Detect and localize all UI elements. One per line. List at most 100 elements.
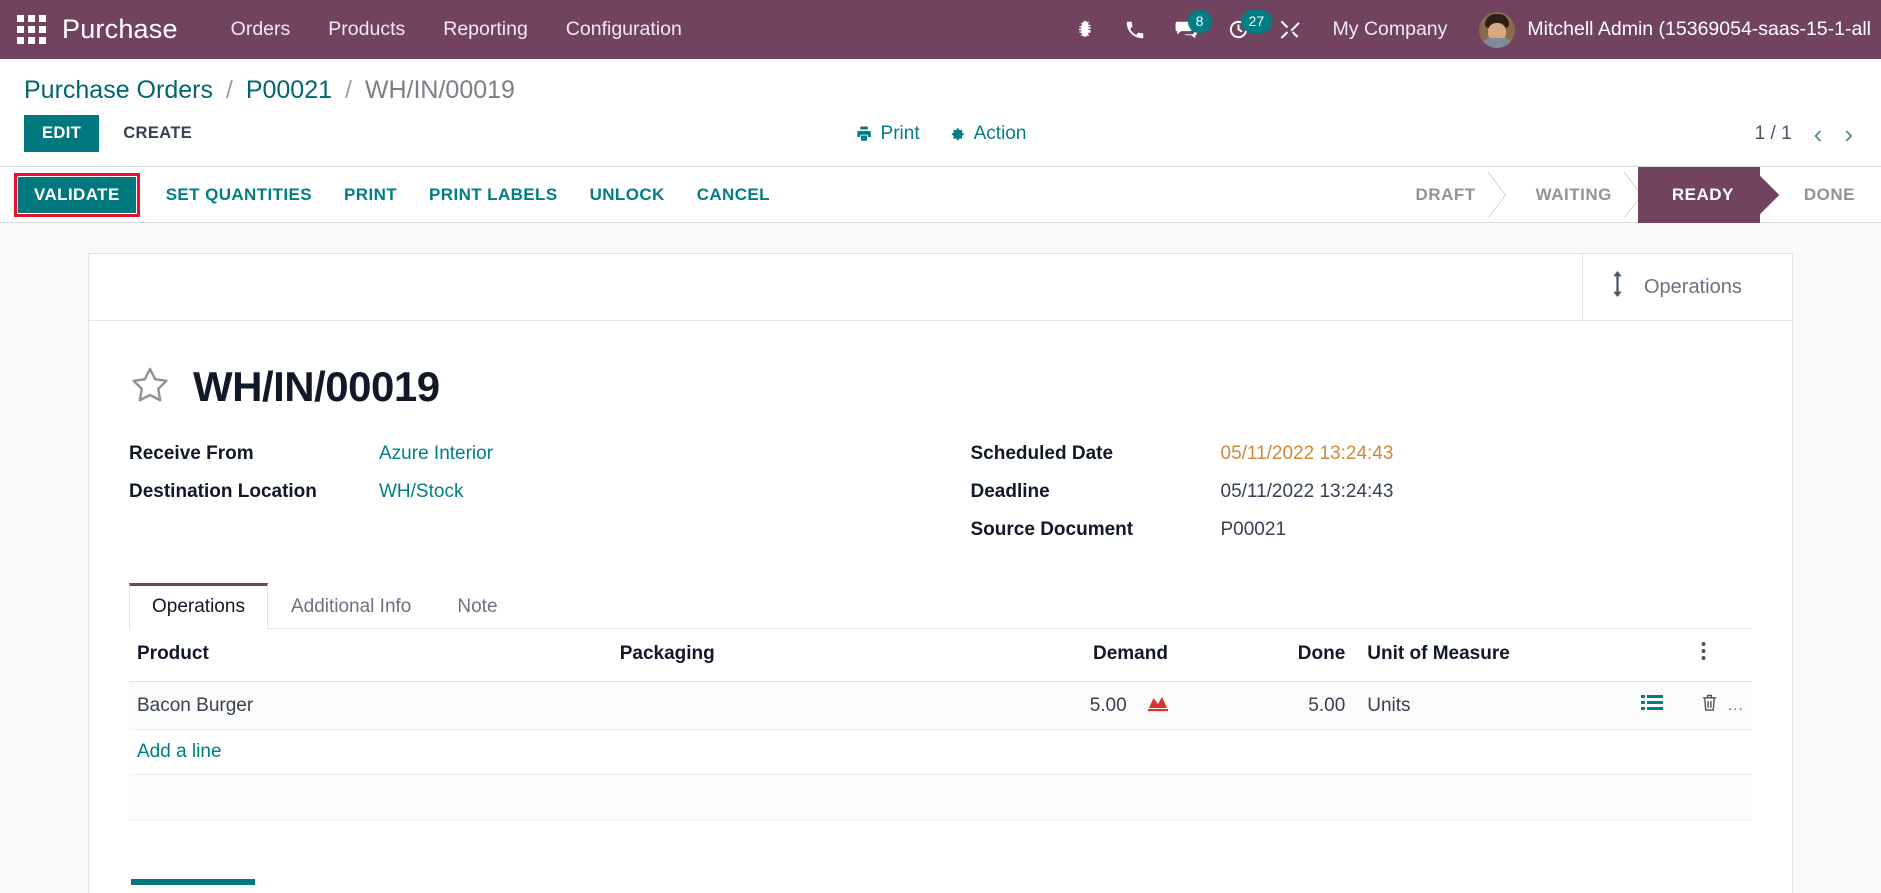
- cell-packaging[interactable]: [611, 681, 967, 730]
- operations-table: Product Packaging Demand Done Unit of Me…: [129, 629, 1752, 821]
- debug-bug-button[interactable]: [1060, 0, 1110, 59]
- unlock-button[interactable]: UNLOCK: [574, 177, 681, 213]
- control-panel-actions: Print Action: [855, 122, 1027, 145]
- row-overflow-dots[interactable]: ...: [1728, 697, 1744, 715]
- table-row[interactable]: Bacon Burger 5.00 5.00 Units ...: [129, 681, 1752, 730]
- systray: 8 27 My Company Mitchell Admin (15369054…: [1060, 0, 1881, 59]
- cell-detailed-operations[interactable]: [1611, 681, 1693, 730]
- breadcrumb: Purchase Orders / P00021 / WH/IN/00019: [0, 59, 1881, 109]
- menu-configuration[interactable]: Configuration: [547, 0, 701, 59]
- control-panel: Purchase Orders / P00021 / WH/IN/00019 E…: [0, 59, 1881, 167]
- field-value-receive-from[interactable]: Azure Interior: [379, 443, 493, 465]
- field-label-deadline: Deadline: [970, 481, 1050, 502]
- top-navbar: Purchase Orders Products Reporting Confi…: [0, 0, 1881, 59]
- field-label-scheduled-date: Scheduled Date: [970, 443, 1114, 464]
- smart-button-label: Operations: [1644, 275, 1742, 298]
- column-header-done: Done: [1175, 629, 1354, 682]
- activity-menu-button[interactable]: 27: [1213, 0, 1273, 59]
- field-deadline: Deadline 05/11/2022 13:24:43: [971, 475, 1753, 513]
- status-draft[interactable]: DRAFT: [1382, 167, 1502, 223]
- smart-button-operations[interactable]: Operations: [1582, 254, 1792, 320]
- apps-menu-button[interactable]: [0, 0, 62, 59]
- field-value-destination-location[interactable]: WH/Stock: [379, 481, 463, 503]
- bug-icon: [1078, 20, 1091, 37]
- field-label-receive-from: Receive From: [129, 443, 254, 464]
- print-menu-button[interactable]: Print: [855, 123, 920, 145]
- notebook: Operations Additional Info Note Product …: [129, 583, 1752, 885]
- company-switcher[interactable]: My Company: [1315, 18, 1466, 41]
- cancel-button[interactable]: CANCEL: [681, 177, 786, 213]
- table-header: Product Packaging Demand Done Unit of Me…: [129, 629, 1752, 682]
- list-icon[interactable]: [1641, 694, 1664, 718]
- fields-grid: Receive From Azure Interior Destination …: [129, 437, 1752, 573]
- pager-previous-button[interactable]: ‹: [1814, 121, 1823, 147]
- pager-next-button[interactable]: ›: [1844, 121, 1853, 147]
- area-chart-icon[interactable]: [1147, 696, 1168, 717]
- user-menu[interactable]: Mitchell Admin (15369054-saas-15-1-all: [1465, 11, 1881, 48]
- print-label: Print: [880, 122, 920, 144]
- status-done[interactable]: DONE: [1760, 167, 1881, 223]
- avatar: [1479, 11, 1516, 48]
- field-label-source-document: Source Document: [970, 519, 1134, 540]
- action-menu-button[interactable]: Action: [948, 122, 1027, 145]
- pager: 1 / 1 ‹ ›: [1755, 121, 1857, 147]
- cell-unit-of-measure[interactable]: Units: [1353, 681, 1612, 730]
- breadcrumb-item-current: WH/IN/00019: [364, 76, 515, 104]
- table-body: Bacon Burger 5.00 5.00 Units ... Add a l…: [129, 681, 1752, 821]
- voip-phone-button[interactable]: [1110, 0, 1160, 59]
- status-ready[interactable]: READY: [1637, 166, 1760, 223]
- phone-icon: [1126, 21, 1143, 38]
- column-header-product: Product: [129, 629, 612, 682]
- user-name-label: Mitchell Admin (15369054-saas-15-1-all: [1527, 18, 1871, 40]
- menu-reporting[interactable]: Reporting: [424, 0, 547, 59]
- optional-columns-toggle[interactable]: [1692, 629, 1752, 682]
- field-scheduled-date: Scheduled Date 05/11/2022 13:24:43: [971, 437, 1753, 475]
- field-receive-from: Receive From Azure Interior: [129, 437, 911, 475]
- notebook-tabs: Operations Additional Info Note: [129, 583, 1752, 629]
- star-outline-icon[interactable]: [129, 364, 171, 411]
- page-title: WH/IN/00019: [193, 363, 440, 410]
- app-brand-purchase[interactable]: Purchase: [62, 14, 178, 45]
- validate-button[interactable]: VALIDATE: [18, 176, 136, 213]
- control-panel-buttons: EDIT CREATE Print Action 1 / 1 ‹ ›: [0, 109, 1881, 166]
- fields-column-left: Receive From Azure Interior Destination …: [129, 437, 911, 551]
- cell-row-delete[interactable]: ...: [1692, 681, 1752, 730]
- trash-icon[interactable]: [1701, 693, 1718, 718]
- validate-highlight-annotation: VALIDATE: [14, 172, 140, 217]
- bottom-accent-bar: [131, 879, 255, 885]
- tab-additional-info[interactable]: Additional Info: [268, 583, 434, 629]
- menu-products[interactable]: Products: [309, 0, 424, 59]
- print-button[interactable]: PRINT: [328, 177, 413, 213]
- action-label: Action: [973, 122, 1027, 144]
- smart-button-box: Operations: [89, 254, 1792, 321]
- messages-counter-badge: 8: [1187, 10, 1212, 33]
- add-a-line-button[interactable]: Add a line: [137, 741, 222, 762]
- cell-product[interactable]: Bacon Burger: [129, 681, 612, 730]
- set-quantities-button[interactable]: SET QUANTITIES: [150, 177, 328, 213]
- status-waiting[interactable]: WAITING: [1502, 167, 1638, 223]
- edit-button[interactable]: EDIT: [24, 115, 100, 152]
- print-labels-button[interactable]: PRINT LABELS: [413, 177, 574, 213]
- add-line-cell: Add a line: [129, 729, 1752, 775]
- create-button[interactable]: CREATE: [107, 115, 208, 152]
- settings-tools-button[interactable]: [1264, 0, 1315, 59]
- menu-orders[interactable]: Orders: [212, 0, 310, 59]
- record-sheet: Operations WH/IN/00019 Receive From Azur…: [88, 253, 1793, 893]
- cell-demand[interactable]: 5.00: [966, 681, 1176, 730]
- add-line-row[interactable]: Add a line: [129, 729, 1752, 775]
- cell-done[interactable]: 5.00: [1175, 681, 1354, 730]
- statusbar-row: VALIDATE SET QUANTITIES PRINT PRINT LABE…: [0, 166, 1881, 223]
- breadcrumb-item-purchase-orders[interactable]: Purchase Orders: [24, 76, 213, 104]
- tools-icon: [1280, 20, 1300, 39]
- breadcrumb-item-p00021[interactable]: P00021: [246, 76, 332, 104]
- field-destination-location: Destination Location WH/Stock: [129, 475, 911, 513]
- field-source-document: Source Document P00021: [971, 513, 1753, 551]
- tab-operations[interactable]: Operations: [129, 583, 268, 629]
- tab-note[interactable]: Note: [434, 583, 520, 629]
- field-value-source-document: P00021: [1220, 519, 1287, 540]
- messaging-menu-button[interactable]: 8: [1160, 0, 1213, 59]
- vertical-ellipsis-icon: [1701, 642, 1706, 660]
- table-filler-row: [129, 774, 1752, 821]
- statusbar-action-buttons: VALIDATE SET QUANTITIES PRINT PRINT LABE…: [14, 172, 786, 217]
- field-value-scheduled-date: 05/11/2022 13:24:43: [1220, 443, 1394, 464]
